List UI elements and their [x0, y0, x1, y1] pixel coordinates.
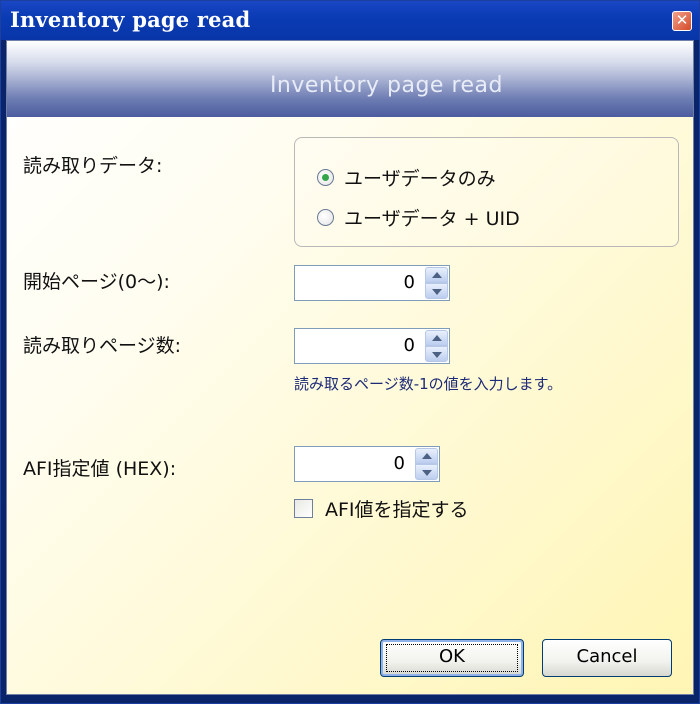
page-count-hint: 読み取るページ数-1の値を入力します。: [294, 375, 563, 393]
radio-button-unchecked[interactable]: [317, 209, 334, 226]
radio-label: ユーザデータ + UID: [344, 208, 520, 230]
read-data-group: ユーザデータのみ ユーザデータ + UID: [294, 137, 679, 247]
close-icon: ✕: [675, 11, 689, 29]
dialog-client-area: Inventory page read 読み取りデータ: ユーザデータのみ ユー…: [6, 40, 694, 695]
afi-spinner[interactable]: 0: [294, 446, 440, 482]
page-count-value[interactable]: 0: [404, 335, 415, 356]
radio-user-data-only[interactable]: ユーザデータのみ: [317, 164, 496, 191]
spin-up-icon[interactable]: [425, 267, 448, 283]
cancel-button-label: Cancel: [576, 646, 638, 667]
spin-down-icon[interactable]: [415, 464, 438, 480]
window-title: Inventory page read: [10, 7, 251, 32]
focus-rectangle: [386, 644, 518, 672]
page-count-label: 読み取りページ数:: [23, 335, 182, 357]
ok-button[interactable]: OK: [380, 639, 524, 677]
start-page-value[interactable]: 0: [404, 272, 415, 293]
spin-buttons: [415, 448, 438, 480]
title-bar[interactable]: Inventory page read ✕: [1, 1, 699, 40]
afi-label: AFI指定値 (HEX):: [23, 458, 177, 480]
page-count-spinner[interactable]: 0: [294, 328, 450, 364]
afi-specify-checkbox-row[interactable]: AFI値を指定する: [294, 495, 469, 522]
radio-label: ユーザデータのみ: [344, 168, 496, 190]
spin-up-icon[interactable]: [415, 448, 438, 464]
read-data-label: 読み取りデータ:: [23, 155, 163, 177]
dialog-window: Inventory page read ✕ Inventory page rea…: [0, 0, 700, 704]
spin-down-icon[interactable]: [425, 283, 448, 299]
afi-specify-label: AFI値を指定する: [325, 499, 469, 521]
afi-value[interactable]: 0: [394, 453, 405, 474]
start-page-label: 開始ページ(0〜):: [23, 271, 170, 293]
header-banner: Inventory page read: [7, 41, 693, 117]
radio-user-data-uid[interactable]: ユーザデータ + UID: [317, 204, 520, 231]
spin-down-icon[interactable]: [425, 346, 448, 362]
spin-buttons: [425, 267, 448, 299]
afi-specify-checkbox[interactable]: [294, 499, 313, 518]
close-button[interactable]: ✕: [672, 11, 692, 31]
cancel-button[interactable]: Cancel: [542, 639, 672, 677]
start-page-spinner[interactable]: 0: [294, 265, 450, 301]
radio-button-checked[interactable]: [317, 169, 334, 186]
spin-buttons: [425, 330, 448, 362]
spin-up-icon[interactable]: [425, 330, 448, 346]
header-title: Inventory page read: [269, 73, 503, 98]
